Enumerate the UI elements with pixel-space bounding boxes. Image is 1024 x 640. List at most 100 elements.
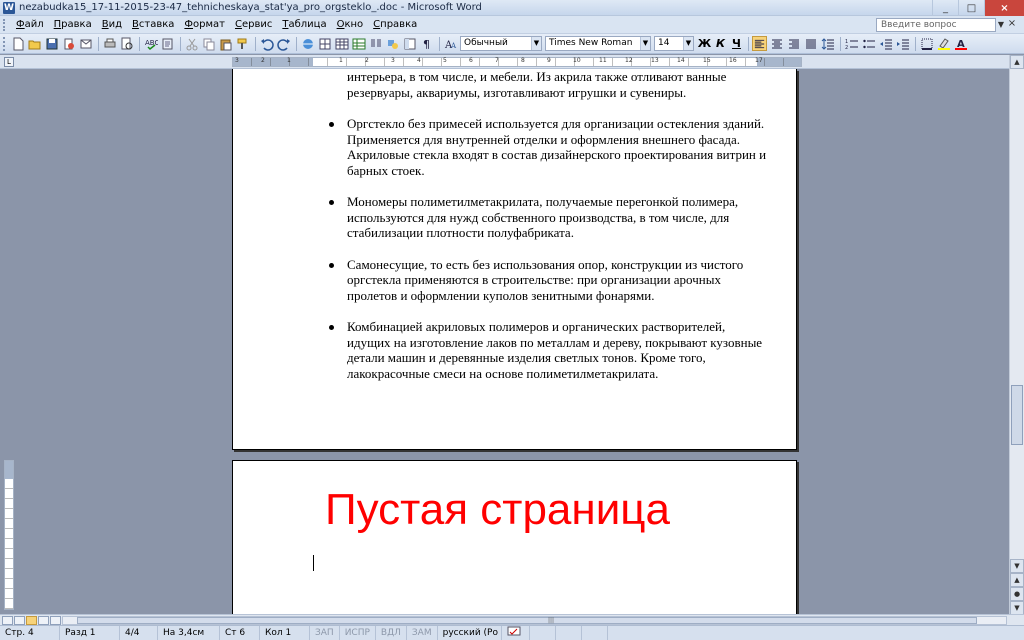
line-spacing-icon[interactable] [820, 36, 835, 51]
status-empty-slot [530, 625, 556, 640]
menu-format[interactable]: Формат [179, 16, 230, 34]
chevron-down-icon[interactable]: ▼ [683, 37, 693, 50]
vertical-scrollbar[interactable]: ▲ ▼ ▲ ● ▼ [1009, 55, 1024, 615]
borders-icon[interactable] [919, 36, 934, 51]
font-size-select[interactable]: 14 ▼ [654, 36, 694, 51]
drawing-icon[interactable] [385, 36, 400, 51]
redo-icon[interactable] [276, 36, 291, 51]
numbering-icon[interactable]: 12 [844, 36, 859, 51]
list-item-text: Мономеры полиметилметакрилата, получаемы… [347, 194, 739, 240]
minimize-button[interactable]: _ [932, 0, 958, 16]
status-section: Разд 1 [60, 625, 120, 640]
chevron-down-icon[interactable]: ▼ [640, 37, 650, 50]
undo-icon[interactable] [259, 36, 274, 51]
font-value: Times New Roman [549, 38, 633, 48]
align-right-icon[interactable] [786, 36, 801, 51]
reading-view-icon[interactable] [50, 616, 61, 625]
menu-grip[interactable] [3, 18, 9, 31]
print-icon[interactable] [102, 36, 117, 51]
status-overtype[interactable]: ЗАМ [407, 625, 438, 640]
vertical-ruler[interactable] [4, 460, 14, 610]
scroll-thumb[interactable] [1011, 385, 1023, 445]
ask-dropdown-icon[interactable]: ▼ [998, 20, 1004, 29]
permission-icon[interactable] [61, 36, 76, 51]
style-select[interactable]: Обычный ▼ [460, 36, 542, 51]
font-select[interactable]: Times New Roman ▼ [545, 36, 651, 51]
status-language[interactable]: русский (Ро [438, 625, 502, 640]
outline-view-icon[interactable] [38, 616, 49, 625]
toolbar-separator [139, 36, 140, 51]
browse-object-button[interactable]: ● [1010, 587, 1024, 601]
ruler-number: 14 [677, 57, 685, 64]
open-folder-icon[interactable] [27, 36, 42, 51]
print-preview-icon[interactable] [119, 36, 134, 51]
close-button[interactable]: × [984, 0, 1024, 16]
font-size-value: 14 [658, 38, 670, 48]
document-page[interactable]: интерьера, в том числе, и мебели. Из акр… [232, 69, 797, 450]
maximize-button[interactable]: □ [958, 0, 984, 16]
bullets-icon[interactable] [861, 36, 876, 51]
bold-button[interactable]: Ж [697, 37, 712, 50]
scroll-down-button[interactable]: ▼ [1010, 559, 1024, 573]
status-record[interactable]: ЗАП [310, 625, 340, 640]
research-icon[interactable] [160, 36, 175, 51]
status-page[interactable]: Стр. 4 [0, 625, 60, 640]
spelling-icon[interactable]: ABC [143, 36, 158, 51]
menu-tools[interactable]: Сервис [230, 16, 277, 34]
align-left-icon[interactable] [752, 36, 767, 51]
paste-icon[interactable] [218, 36, 233, 51]
justify-icon[interactable] [803, 36, 818, 51]
print-layout-icon[interactable] [26, 616, 37, 625]
normal-view-icon[interactable] [2, 616, 13, 625]
font-color-icon[interactable]: A [953, 36, 968, 51]
cut-icon[interactable] [184, 36, 199, 51]
highlight-icon[interactable] [936, 36, 951, 51]
status-extend[interactable]: ВДЛ [376, 625, 407, 640]
menu-view[interactable]: Вид [97, 16, 127, 34]
new-document-icon[interactable] [10, 36, 25, 51]
word-app-icon[interactable]: W [3, 1, 15, 14]
toolbar-grip[interactable] [3, 36, 7, 51]
insert-excel-icon[interactable] [351, 36, 366, 51]
menu-insert[interactable]: Вставка [127, 16, 179, 34]
tables-borders-icon[interactable] [317, 36, 332, 51]
insert-table-icon[interactable] [334, 36, 349, 51]
menu-help[interactable]: Справка [368, 16, 422, 34]
menu-file[interactable]: Файл [11, 16, 49, 34]
previous-page-button[interactable]: ▲ [1010, 573, 1024, 587]
styles-pane-icon[interactable]: AA [443, 36, 458, 51]
save-icon[interactable] [44, 36, 59, 51]
scroll-up-button[interactable]: ▲ [1010, 55, 1024, 69]
decrease-indent-icon[interactable] [878, 36, 893, 51]
menu-table[interactable]: Таблица [277, 16, 331, 34]
ruler-bar: L 3 2 1 1 2 3 4 5 6 7 8 9 10 11 12 13 14… [0, 55, 1024, 69]
svg-text:¶: ¶ [423, 38, 430, 51]
hyperlink-icon[interactable] [300, 36, 315, 51]
spelling-status-icon[interactable] [502, 625, 530, 640]
status-track-changes[interactable]: ИСПР [340, 625, 376, 640]
document-close-button[interactable]: × [1006, 18, 1018, 30]
copy-icon[interactable] [201, 36, 216, 51]
document-page-2[interactable]: Пустая страница [232, 460, 797, 620]
align-center-icon[interactable] [769, 36, 784, 51]
ruler-number: 3 [391, 57, 395, 64]
horizontal-scroll-thumb[interactable]: ||| [77, 617, 977, 624]
email-icon[interactable] [78, 36, 93, 51]
columns-icon[interactable] [368, 36, 383, 51]
menu-window[interactable]: Окно [332, 16, 369, 34]
menu-edit[interactable]: Правка [49, 16, 97, 34]
format-painter-icon[interactable] [235, 36, 250, 51]
underline-button[interactable]: Ч [729, 37, 744, 50]
chevron-down-icon[interactable]: ▼ [531, 37, 541, 50]
ask-question-input[interactable]: Введите вопрос [876, 18, 996, 32]
horizontal-ruler[interactable]: 3 2 1 1 2 3 4 5 6 7 8 9 10 11 12 13 14 1… [232, 57, 802, 67]
italic-button[interactable]: К [713, 37, 728, 50]
next-page-button[interactable]: ▼ [1010, 601, 1024, 615]
web-view-icon[interactable] [14, 616, 25, 625]
text-line: резервуары, аквариумы, изготавливают игр… [347, 84, 687, 100]
document-map-icon[interactable] [402, 36, 417, 51]
increase-indent-icon[interactable] [895, 36, 910, 51]
tab-selector[interactable]: L [4, 57, 14, 67]
show-formatting-icon[interactable]: ¶ [419, 36, 434, 51]
horizontal-scrollbar[interactable]: ||| [62, 616, 1007, 625]
